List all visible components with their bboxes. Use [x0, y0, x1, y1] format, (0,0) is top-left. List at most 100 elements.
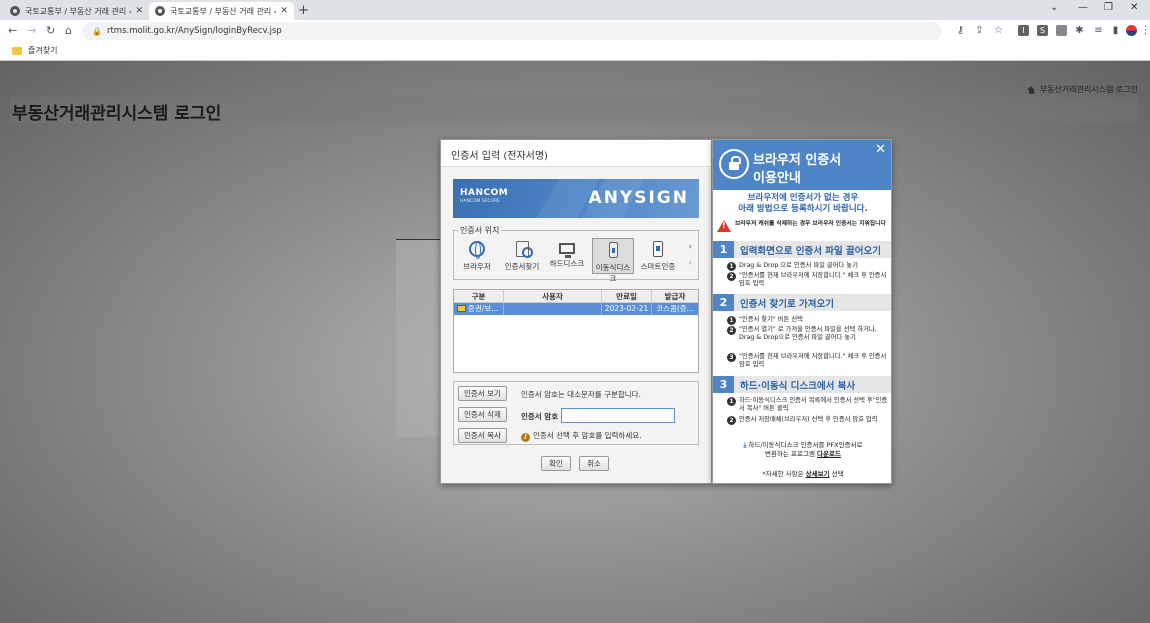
- home-icon: [1026, 85, 1036, 94]
- step-number: 2: [727, 416, 736, 425]
- cert-expiry-cell: 2023-02-21: [602, 303, 652, 315]
- window-close-icon[interactable]: ✕: [1130, 2, 1138, 13]
- menu-kebab-icon[interactable]: ⋮: [1140, 25, 1150, 36]
- url-text[interactable]: rtms.molit.go.kr/AnySign/loginByRecv.jsp: [107, 26, 282, 36]
- extension-icon[interactable]: I: [1018, 25, 1029, 36]
- usb-icon: [608, 242, 618, 258]
- anysign-logo: ANYSIGN: [588, 188, 689, 208]
- reload-icon[interactable]: ↻: [46, 24, 55, 37]
- guide-step: 1 하드·이동식디스크 인증서 목록에서 인증서 선택 후"인증서 복사" 버튼 …: [727, 397, 889, 413]
- dialog-title: 인증서 입력 (전자서명): [441, 140, 711, 167]
- tab-search-icon[interactable]: ⌄: [1050, 2, 1058, 13]
- tab-title: 국토교통부 / 부동산 거래 관리 시: [25, 6, 132, 16]
- share-icon[interactable]: ⇪: [974, 25, 985, 36]
- warning-icon: [717, 220, 731, 232]
- bookmark-star-icon[interactable]: ☆: [993, 25, 1004, 36]
- monitor-icon: [559, 243, 575, 258]
- copy-cert-button[interactable]: 인증서 복사: [458, 428, 507, 443]
- hancom-logo: HANCOM: [460, 188, 509, 198]
- extensions-puzzle-icon[interactable]: ✱: [1074, 25, 1085, 36]
- side-panel-icon[interactable]: ▮: [1110, 25, 1121, 36]
- tab-close-icon[interactable]: ✕: [280, 6, 288, 16]
- globe-icon: [469, 241, 485, 259]
- site-favicon-icon: [10, 6, 20, 16]
- cancel-button[interactable]: 취소: [579, 456, 609, 471]
- location-browser[interactable]: 브라우저: [456, 238, 498, 274]
- step-number: 1: [727, 397, 736, 406]
- bookmark-label: 즐겨찾기: [28, 46, 58, 55]
- browser-tab-active[interactable]: 국토교통부 / 부동산 거래 관리 시 ✕: [149, 2, 294, 20]
- guide-section-2: 2 인증서 찾기로 가져오기: [713, 294, 891, 311]
- select-note: ! 인증서 선택 후 암호를 입력하세요.: [521, 430, 642, 442]
- note-text: *자세한 사항은: [762, 470, 804, 478]
- tab-title: 국토교통부 / 부동산 거래 관리 시: [170, 6, 277, 16]
- breadcrumb: 부동산거래관리시스템 로그인: [1026, 84, 1138, 95]
- certificate-icon: [457, 305, 466, 312]
- tab-close-icon[interactable]: ✕: [135, 6, 143, 16]
- download-link[interactable]: 다운로드: [817, 450, 841, 458]
- bookmarks-bar: 즐겨찾기: [0, 42, 1150, 61]
- scroll-right-icon[interactable]: ›: [688, 242, 692, 252]
- minimize-icon[interactable]: —: [1078, 2, 1088, 13]
- breadcrumb-label: 부동산거래관리시스템 로그인: [1039, 85, 1138, 94]
- address-bar[interactable]: 🔒 rtms.molit.go.kr/AnySign/loginByRecv.j…: [82, 22, 942, 40]
- location-label: 이동식디스크: [595, 263, 631, 283]
- note-text: 선택: [831, 470, 844, 478]
- reading-list-icon[interactable]: ≡: [1093, 25, 1104, 36]
- extension-icon[interactable]: [1056, 25, 1067, 36]
- smartphone-icon: [653, 241, 663, 257]
- section-title: 인증서 찾기로 가져오기: [740, 299, 835, 310]
- guide-lead-line: 브라우저에 인증서가 없는 경우: [747, 193, 859, 203]
- forward-icon[interactable]: →: [27, 24, 36, 37]
- location-removable-disk[interactable]: 이동식디스크: [592, 238, 634, 283]
- ok-button[interactable]: 확인: [541, 456, 571, 471]
- password-panel: 인증서 보기 인증서 암호는 대소문자를 구분합니다. 인증서 삭제 인증서 암…: [453, 381, 699, 445]
- site-favicon-icon: [155, 6, 165, 16]
- profile-avatar-icon[interactable]: [1126, 25, 1137, 36]
- column-header: 사용자: [504, 290, 602, 302]
- globe-lock-icon: [719, 149, 749, 179]
- section-title: 하드·이동식 디스크에서 복사: [740, 381, 856, 392]
- password-input[interactable]: [561, 408, 675, 423]
- close-icon[interactable]: ✕: [875, 142, 886, 157]
- browser-tab[interactable]: 국토교통부 / 부동산 거래 관리 시 ✕: [4, 2, 149, 20]
- download-icon: ⤓: [743, 441, 747, 449]
- table-row[interactable]: 증권/보... 2023-02-21 코스콤(증...: [454, 303, 698, 315]
- guide-step: 2 "인증서를 현재 브라우저에 저장합니다." 체크 후 인증서 암호 입력: [727, 272, 889, 288]
- step-number: 2: [727, 326, 736, 335]
- detail-link[interactable]: 상세보기: [806, 470, 830, 478]
- home-icon[interactable]: ⌂: [65, 24, 72, 37]
- location-smart-cert[interactable]: 스마트인증: [637, 238, 679, 274]
- extension-s-icon[interactable]: S: [1037, 25, 1048, 36]
- view-cert-button[interactable]: 인증서 보기: [458, 386, 507, 401]
- scroll-left-icon[interactable]: ‹: [688, 258, 692, 268]
- cache-warning: 브라우저 캐쉬를 삭제하는 경우 브라우저 인증서는 지워집니다: [717, 220, 889, 232]
- new-tab-button[interactable]: +: [298, 3, 309, 18]
- cert-issuer-cell: 코스콤(증...: [656, 304, 694, 313]
- guide-step: 1 Drag & Drop 으로 인증서 파일 끌어다 놓기: [727, 262, 889, 271]
- cert-location-group: 인증서 위치 브라우저 인증서찾기 하드디스크 이동식디스크 스마트인증 › ‹: [453, 225, 699, 283]
- guide-section-3: 3 하드·이동식 디스크에서 복사: [713, 376, 891, 393]
- guide-subtitle: 이용안내: [753, 171, 801, 186]
- pfx-download-note: ⤓ 하드/이동식디스크 인증서를 PFX인증서로 변환하는 프로그램 다운로드: [713, 441, 891, 459]
- key-icon[interactable]: ⚷: [955, 25, 966, 36]
- cert-type-cell: 증권/보...: [454, 303, 504, 315]
- guide-step: 3 "인증서를 현재 브라우저에 저장합니다." 체크 후 인증서 암호 입력: [727, 353, 889, 369]
- location-label: 스마트인증: [640, 262, 676, 271]
- password-label: 인증서 암호: [521, 412, 559, 421]
- column-header: 구분: [454, 290, 504, 302]
- lock-icon: 🔒: [92, 26, 102, 36]
- guide-section-1: 1 입력화면으로 인증서 파일 끌어오기: [713, 241, 891, 258]
- bookmark-item[interactable]: 즐겨찾기: [12, 45, 57, 56]
- certificate-table: 구분 사용자 만료일 발급자 증권/보... 2023-02-21 코스콤(증.…: [453, 289, 699, 373]
- location-find-cert[interactable]: 인증서찾기: [501, 238, 543, 274]
- find-cert-icon: [515, 241, 533, 258]
- guide-lead: 브라우저에 인증서가 없는 경우 아래 방법으로 등록하시기 바랍니다.: [713, 193, 891, 215]
- location-hard-disk[interactable]: 하드디스크: [546, 238, 588, 274]
- detail-note: *자세한 사항은 상세보기 선택: [713, 468, 891, 478]
- location-label: 브라우저: [463, 262, 491, 271]
- step-number: 1: [727, 316, 736, 325]
- back-icon[interactable]: ←: [8, 24, 17, 37]
- restore-icon[interactable]: ❐: [1104, 2, 1113, 13]
- delete-cert-button[interactable]: 인증서 삭제: [458, 407, 507, 422]
